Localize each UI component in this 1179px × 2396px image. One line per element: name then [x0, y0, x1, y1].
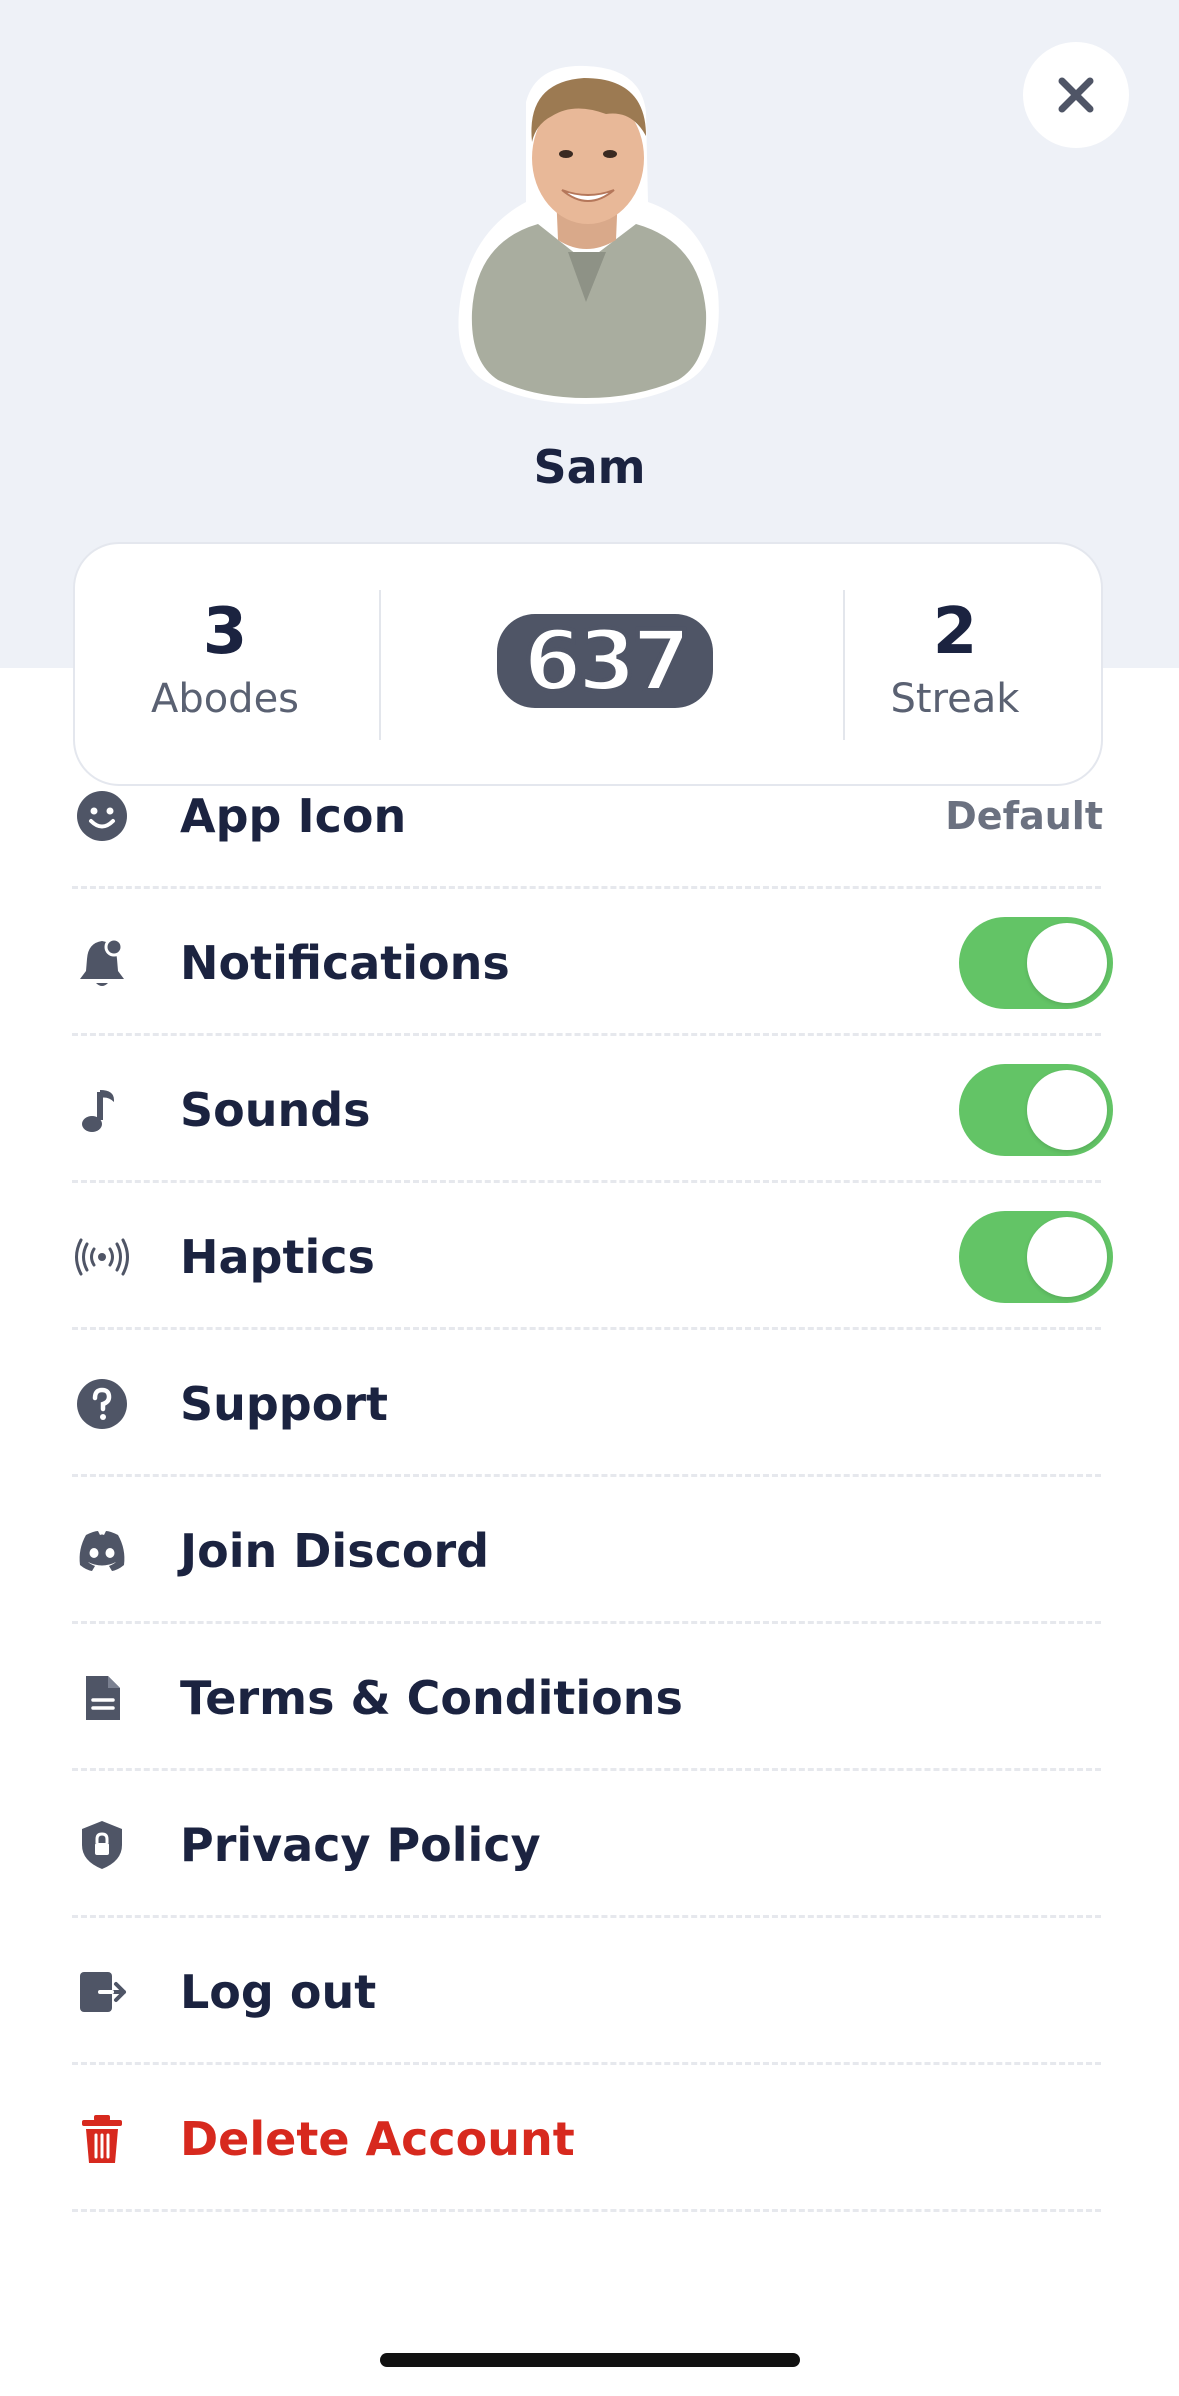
haptics-toggle[interactable]	[959, 1210, 1113, 1303]
discord-icon	[70, 1519, 134, 1583]
music-note-icon	[70, 1078, 134, 1142]
score-badge: 637	[497, 610, 713, 712]
menu-item-label: Terms & Conditions	[180, 1670, 683, 1725]
menu-item-notifications: Notifications	[0, 889, 1179, 1036]
menu-item-log-out[interactable]: Log out	[0, 1918, 1179, 2065]
close-icon	[1058, 77, 1094, 113]
toggle-knob	[1027, 1069, 1107, 1150]
bell-icon	[70, 931, 134, 995]
menu-item-label: Delete Account	[180, 2111, 575, 2166]
menu-item-terms-conditions[interactable]: Terms & Conditions	[0, 1624, 1179, 1771]
shield-icon	[70, 1813, 134, 1877]
menu-item-sounds: Sounds	[0, 1036, 1179, 1183]
app-icon-value: Default	[945, 793, 1103, 838]
streak-count: 2	[932, 595, 978, 669]
menu-item-haptics: Haptics	[0, 1183, 1179, 1330]
logout-icon	[70, 1960, 134, 2024]
home-indicator	[380, 2353, 800, 2367]
menu-item-app-icon[interactable]: App Icon Default	[0, 742, 1179, 889]
user-name: Sam	[533, 440, 646, 494]
avatar	[456, 62, 720, 406]
trash-icon	[70, 2107, 134, 2171]
menu-item-label: Support	[180, 1376, 389, 1431]
close-button[interactable]	[1023, 42, 1129, 148]
menu-item-label: Join Discord	[180, 1523, 490, 1578]
toggle-knob	[1027, 1216, 1107, 1297]
settings-menu: App Icon Default Notifications Sounds Ha…	[0, 744, 1179, 2212]
menu-item-label: Sounds	[180, 1082, 371, 1137]
toggle-knob	[1027, 922, 1107, 1003]
streak-label: Streak	[890, 676, 1020, 722]
sounds-toggle[interactable]	[959, 1063, 1113, 1156]
menu-item-privacy-policy[interactable]: Privacy Policy	[0, 1771, 1179, 1918]
menu-item-support[interactable]: Support	[0, 1330, 1179, 1477]
row-divider	[72, 2209, 1101, 2212]
question-icon	[70, 1372, 134, 1436]
menu-item-join-discord[interactable]: Join Discord	[0, 1477, 1179, 1624]
stat-divider	[379, 590, 381, 740]
score-value: 637	[523, 612, 686, 710]
vibration-icon	[70, 1225, 134, 1289]
menu-item-delete-account[interactable]: Delete Account	[0, 2065, 1179, 2212]
abodes-label: Abodes	[150, 676, 300, 722]
smiley-icon	[70, 784, 134, 848]
notifications-toggle[interactable]	[959, 916, 1113, 1009]
menu-item-label: Privacy Policy	[180, 1817, 541, 1872]
menu-item-label: Haptics	[180, 1229, 375, 1284]
menu-item-label: App Icon	[180, 788, 407, 843]
document-icon	[70, 1666, 134, 1730]
menu-item-label: Log out	[180, 1964, 377, 2019]
abodes-count: 3	[202, 595, 248, 669]
menu-item-label: Notifications	[180, 935, 510, 990]
